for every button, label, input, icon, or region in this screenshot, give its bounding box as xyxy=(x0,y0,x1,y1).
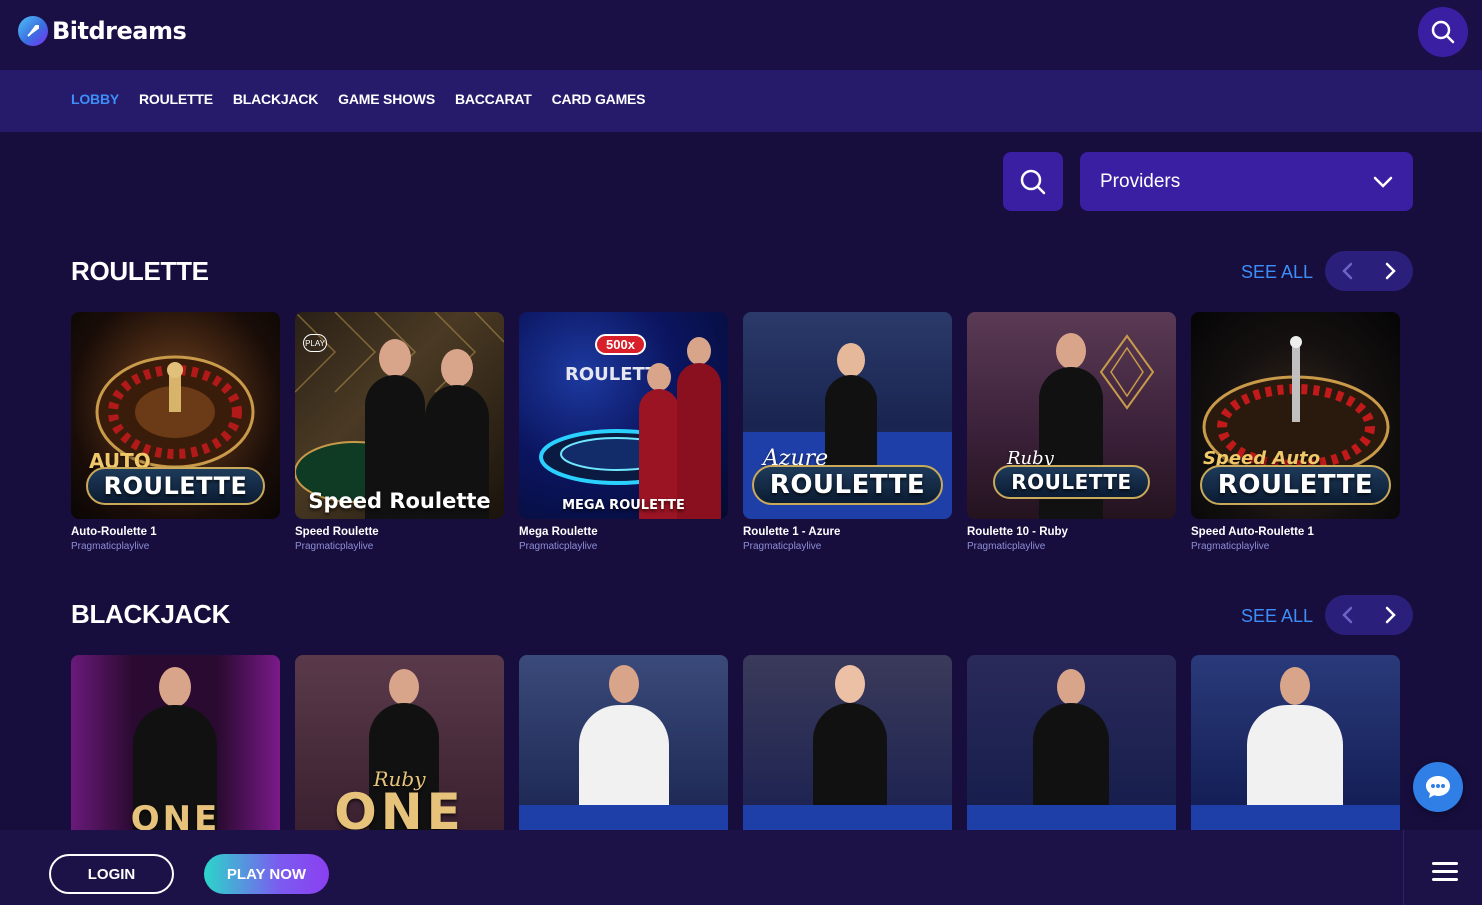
play-now-button[interactable]: PLAY NOW xyxy=(204,854,329,894)
category-nav: LOBBY ROULETTE BLACKJACK GAME SHOWS BACC… xyxy=(0,70,1482,132)
chevron-right-icon[interactable] xyxy=(1376,256,1406,286)
game-card[interactable]: Ruby ONE xyxy=(295,655,504,831)
game-art-plate: ROULETTE xyxy=(751,465,944,505)
game-thumbnail[interactable]: Azure ROULETTE xyxy=(743,312,952,519)
game-name[interactable]: Roulette 1 - Azure xyxy=(743,526,952,538)
dealer-figure xyxy=(1033,655,1109,815)
top-header: Bitdreams xyxy=(0,0,1482,70)
dealer-figure xyxy=(1247,655,1343,815)
game-thumbnail[interactable]: 500x ROULETTE MEGA ROULETTE xyxy=(519,312,728,519)
brand-name: Bitdreams xyxy=(52,17,187,45)
roulette-games-row: AUTO ROULETTE Auto-Roulette 1 Pragmaticp… xyxy=(71,312,1400,552)
header-search-button[interactable] xyxy=(1418,7,1468,57)
game-name[interactable]: Speed Roulette xyxy=(295,526,504,538)
game-name[interactable]: Roulette 10 - Ruby xyxy=(967,526,1176,538)
blackjack-games-row: ONE Ruby ONE xyxy=(71,655,1400,831)
game-thumbnail[interactable]: Ruby ROULETTE xyxy=(967,312,1176,519)
nav-item-card-games[interactable]: CARD GAMES xyxy=(552,91,646,107)
game-art-title: AUTO ROULETTE xyxy=(71,449,280,505)
decor-diamond xyxy=(1099,334,1155,410)
dealer-figure xyxy=(813,655,887,815)
search-icon xyxy=(1020,169,1046,194)
game-card[interactable]: 500x ROULETTE MEGA ROULETTE Mega Roulett… xyxy=(519,312,728,552)
nav-item-game-shows[interactable]: GAME SHOWS xyxy=(338,91,435,107)
brand-logo[interactable]: Bitdreams xyxy=(18,16,187,46)
game-provider: Pragmaticplaylive xyxy=(519,541,598,552)
nav-item-baccarat[interactable]: BACCARAT xyxy=(455,91,532,107)
game-thumbnail[interactable]: Ruby ONE xyxy=(295,655,504,831)
game-thumbnail[interactable] xyxy=(743,655,952,831)
section-title-roulette: ROULETTE xyxy=(71,256,209,286)
chevron-right-icon[interactable] xyxy=(1376,600,1406,630)
see-all-roulette-link[interactable]: SEE ALL xyxy=(1241,262,1313,283)
game-provider: Pragmaticplaylive xyxy=(967,541,1046,552)
game-card[interactable]: AUTO ROULETTE Auto-Roulette 1 Pragmaticp… xyxy=(71,312,280,552)
game-card[interactable] xyxy=(1191,655,1400,831)
section-title-blackjack: BLACKJACK xyxy=(71,599,231,629)
game-art-title: Ruby ONE xyxy=(295,767,504,831)
game-art-title: Speed Auto ROULETTE xyxy=(1191,448,1400,505)
game-provider: Pragmaticplaylive xyxy=(1191,541,1270,552)
blackjack-pager xyxy=(1325,595,1413,635)
game-thumbnail[interactable] xyxy=(967,655,1176,831)
providers-label: Providers xyxy=(1100,170,1181,192)
game-thumbnail[interactable]: AUTO ROULETTE xyxy=(71,312,280,519)
game-art-title: Ruby ROULETTE xyxy=(967,448,1176,499)
game-art-title: Azure ROULETTE xyxy=(743,446,952,505)
game-card[interactable]: Azure ROULETTE Roulette 1 - Azure Pragma… xyxy=(743,312,952,552)
nav-item-lobby[interactable]: LOBBY xyxy=(71,91,119,107)
game-card[interactable]: Speed Auto ROULETTE Speed Auto-Roulette … xyxy=(1191,312,1400,552)
game-name[interactable]: Speed Auto-Roulette 1 xyxy=(1191,526,1400,538)
game-thumbnail[interactable]: PLAY Speed Roulette xyxy=(295,312,504,519)
chat-icon xyxy=(1426,776,1450,798)
game-art-plate: ROULETTE xyxy=(1199,465,1392,505)
game-card[interactable] xyxy=(967,655,1176,831)
game-card[interactable]: Ruby ROULETTE Roulette 10 - Ruby Pragmat… xyxy=(967,312,1176,552)
game-name[interactable]: Auto-Roulette 1 xyxy=(71,526,280,538)
chevron-left-icon[interactable] xyxy=(1332,256,1362,286)
game-search-button[interactable] xyxy=(1003,152,1063,211)
nav-item-roulette[interactable]: ROULETTE xyxy=(139,91,213,107)
game-thumbnail[interactable]: Speed Auto ROULETTE xyxy=(1191,312,1400,519)
search-icon xyxy=(1431,20,1455,44)
game-card[interactable] xyxy=(743,655,952,831)
see-all-blackjack-link[interactable]: SEE ALL xyxy=(1241,606,1313,627)
providers-dropdown[interactable]: Providers xyxy=(1080,152,1413,211)
nav-item-blackjack[interactable]: BLACKJACK xyxy=(233,91,319,107)
dealer-figure xyxy=(579,655,669,815)
game-art-title: ONE xyxy=(130,799,221,831)
dealer-figure xyxy=(639,349,679,519)
game-card[interactable]: PLAY Speed Roulette Speed Roulette Pragm… xyxy=(295,312,504,552)
game-card[interactable]: ONE xyxy=(71,655,280,831)
game-art-logo: ONE xyxy=(334,783,465,831)
divider xyxy=(1403,830,1404,905)
game-provider: Pragmaticplaylive xyxy=(295,541,374,552)
game-art-title: Speed Roulette xyxy=(308,489,491,513)
game-name[interactable]: Mega Roulette xyxy=(519,526,728,538)
game-thumbnail[interactable] xyxy=(1191,655,1400,831)
game-art-title: MEGA ROULETTE xyxy=(562,498,685,513)
menu-icon[interactable] xyxy=(1432,862,1458,884)
game-art-plate: ROULETTE xyxy=(993,465,1150,499)
bottom-bar: LOGIN PLAY NOW xyxy=(0,830,1482,905)
login-button[interactable]: LOGIN xyxy=(49,854,174,894)
game-card[interactable] xyxy=(519,655,728,831)
game-provider: Pragmaticplaylive xyxy=(71,541,150,552)
game-art-plate: ROULETTE xyxy=(85,467,266,505)
chevron-left-icon[interactable] xyxy=(1332,600,1362,630)
dealer-figure xyxy=(677,329,721,519)
chevron-down-icon xyxy=(1373,176,1393,188)
logo-rocket-icon xyxy=(18,16,48,46)
game-provider: Pragmaticplaylive xyxy=(743,541,822,552)
game-thumbnail[interactable]: ONE xyxy=(71,655,280,831)
play-badge: PLAY xyxy=(303,334,327,352)
roulette-pager xyxy=(1325,251,1413,291)
game-thumbnail[interactable] xyxy=(519,655,728,831)
chat-button[interactable] xyxy=(1413,762,1463,812)
